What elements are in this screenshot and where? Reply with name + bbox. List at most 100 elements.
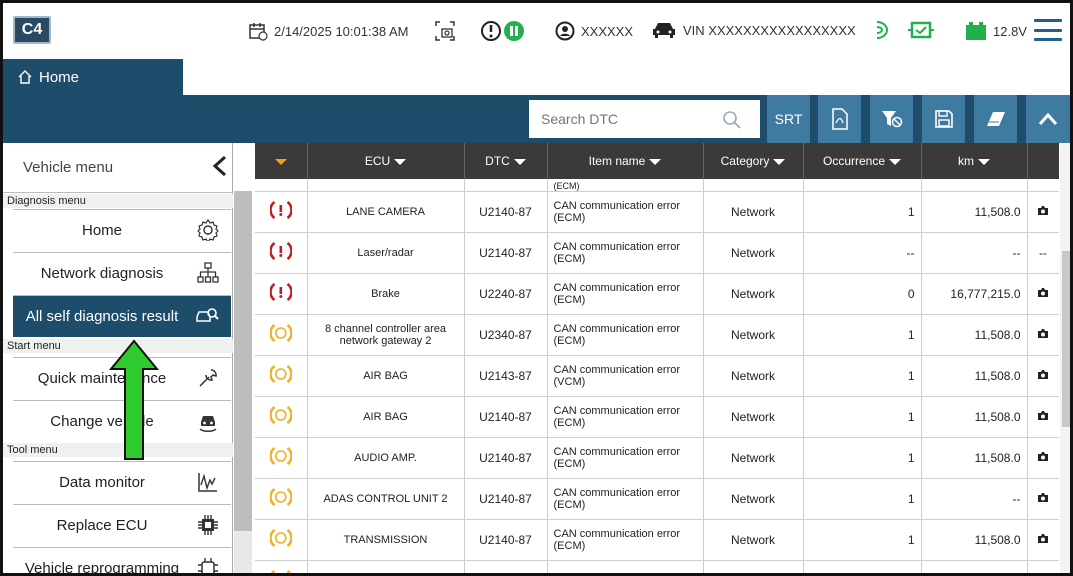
camera-icon[interactable] bbox=[1037, 328, 1049, 339]
wrench-icon bbox=[197, 367, 219, 389]
item-name-cell: CAN communication error (ECM) bbox=[547, 191, 704, 233]
sidebar-item-home[interactable]: Home bbox=[13, 209, 231, 251]
table-row[interactable]: Brake U2240-87 CAN communication error (EC… bbox=[255, 273, 1059, 315]
item-name-column-header[interactable]: Item name bbox=[547, 143, 704, 179]
severity-cell bbox=[255, 232, 308, 274]
tab-home[interactable]: Home bbox=[3, 59, 183, 95]
snapshot-cell[interactable] bbox=[1027, 519, 1059, 561]
ecu-cell: AIR BAG bbox=[307, 355, 465, 397]
item-name-cell: CAN communication error (ECM) bbox=[547, 314, 704, 356]
table-row[interactable]: AUDIO AMP. U2140-87 CAN communication erro… bbox=[255, 437, 1059, 479]
camera-icon[interactable] bbox=[1037, 410, 1049, 421]
dtc-cell: U2140-87 bbox=[464, 191, 548, 233]
search-icon[interactable] bbox=[722, 110, 742, 130]
sidebar-scrollbar-thumb[interactable] bbox=[234, 191, 252, 531]
camera-icon[interactable] bbox=[1037, 205, 1049, 216]
critical-alert-icon bbox=[269, 200, 292, 220]
km-cell: 16,777,215.0 bbox=[921, 273, 1028, 315]
sidebar-item-label: All self diagnosis result bbox=[25, 308, 179, 325]
snapshot-cell[interactable] bbox=[1027, 314, 1059, 356]
dtc-cell: U2140-87 bbox=[464, 396, 548, 438]
collapse-button[interactable] bbox=[1025, 95, 1070, 143]
severity-sort-header[interactable] bbox=[255, 143, 308, 179]
filter-icon bbox=[881, 109, 903, 129]
critical-alert-icon bbox=[269, 282, 292, 302]
car-search-icon bbox=[195, 305, 219, 325]
alert-icon[interactable] bbox=[480, 20, 502, 42]
camera-icon[interactable] bbox=[1037, 451, 1049, 462]
km-cell: 11,508.0 bbox=[921, 437, 1028, 479]
snapshot-cell[interactable] bbox=[1027, 437, 1059, 479]
sidebar-item-label: Home bbox=[81, 222, 122, 239]
table-row[interactable]: 8 channel controller area network gatewa… bbox=[255, 314, 1059, 356]
snapshot-cell[interactable] bbox=[1027, 396, 1059, 438]
filter-button[interactable] bbox=[869, 95, 913, 143]
vin-item: VIN XXXXXXXXXXXXXXXXX bbox=[651, 21, 856, 39]
status-bar: C4 2/14/2025 10:01:38 AM XXXXXX VIN XXXX… bbox=[3, 3, 1070, 59]
save-button[interactable] bbox=[921, 95, 965, 143]
table-row[interactable]: AIR BAG U2140-87 CAN communication error (… bbox=[255, 396, 1059, 438]
severity-cell bbox=[255, 478, 308, 520]
km-column-header[interactable]: km bbox=[921, 143, 1028, 179]
ecu-cell: LANE CAMERA bbox=[307, 191, 465, 233]
chip-outline-icon bbox=[197, 557, 219, 573]
snapshot-cell[interactable] bbox=[1027, 355, 1059, 397]
snapshot-cell: -- bbox=[1027, 232, 1059, 274]
sidebar-item-data-monitor[interactable]: Data monitor bbox=[13, 461, 231, 503]
dtc-table-container: ECU DTC Item name Category Occurrence km… bbox=[255, 143, 1059, 573]
srt-button[interactable]: SRT bbox=[766, 95, 810, 143]
vin-text: VIN XXXXXXXXXXXXXXXXX bbox=[683, 22, 856, 38]
vehicle-menu-header: Vehicle menu bbox=[3, 143, 233, 193]
item-name-cell: CAN communication error (ECM) bbox=[547, 273, 704, 315]
table-row[interactable]: LANE CAMERA U2140-87 CAN communication err… bbox=[255, 191, 1059, 233]
table-row[interactable]: AIR BAG U2143-87 CAN communication error (… bbox=[255, 355, 1059, 397]
table-row[interactable]: Laser/radar U2140-87 CAN communication err… bbox=[255, 232, 1059, 274]
dtc-cell: U2140-87 bbox=[464, 437, 548, 479]
car-icon bbox=[651, 21, 677, 39]
ecu-cell: TRANSMISSION bbox=[307, 519, 465, 561]
table-row[interactable]: ADAS CONTROL UNIT 2 U2140-87 CAN communica… bbox=[255, 478, 1059, 520]
severity-cell bbox=[255, 437, 308, 479]
occurrence-cell: 1 bbox=[803, 355, 922, 397]
snapshot-cell[interactable] bbox=[1027, 478, 1059, 520]
table-row[interactable]: CAN communication error bbox=[255, 560, 1059, 573]
item-name-cell: CAN communication error (ECM) bbox=[547, 437, 704, 479]
camera-icon[interactable] bbox=[1037, 533, 1049, 544]
battery-icon bbox=[965, 21, 987, 41]
sort-caret-icon bbox=[889, 158, 902, 165]
erase-button[interactable] bbox=[973, 95, 1017, 143]
hamburger-menu-icon[interactable] bbox=[1034, 19, 1062, 41]
datetime-item: 2/14/2025 10:01:38 AM bbox=[248, 21, 408, 41]
camera-icon[interactable] bbox=[1037, 492, 1049, 503]
table-scrollbar-thumb[interactable] bbox=[1062, 251, 1070, 427]
sidebar-item-all-self-diagnosis[interactable]: All self diagnosis result bbox=[13, 295, 231, 337]
sidebar-item-network-diagnosis[interactable]: Network diagnosis bbox=[13, 252, 231, 294]
camera-icon[interactable] bbox=[1037, 369, 1049, 380]
camera-icon[interactable] bbox=[1037, 287, 1049, 298]
warning-clock-icon bbox=[269, 364, 292, 384]
sidebar-item-vehicle-reprogramming[interactable]: Vehicle reprogramming bbox=[13, 547, 231, 573]
pause-status-icon[interactable] bbox=[503, 20, 525, 42]
snapshot-cell[interactable] bbox=[1027, 273, 1059, 315]
ecu-cell: 8 channel controller area network gatewa… bbox=[307, 314, 465, 356]
table-row[interactable]: TRANSMISSION U2140-87 CAN communication er… bbox=[255, 519, 1059, 561]
dtc-column-header[interactable]: DTC bbox=[464, 143, 548, 179]
km-cell: 11,508.0 bbox=[921, 314, 1028, 356]
search-box bbox=[528, 99, 761, 139]
tab-row: Home bbox=[3, 59, 1070, 95]
category-column-header[interactable]: Category bbox=[703, 143, 804, 179]
ecu-cell: ADAS CONTROL UNIT 2 bbox=[307, 478, 465, 520]
table-row-partial[interactable]: (ECM) bbox=[255, 179, 1059, 192]
item-name-cell: (ECM) bbox=[547, 179, 704, 192]
collapse-sidebar-icon[interactable] bbox=[211, 155, 229, 184]
ecu-column-header[interactable]: ECU bbox=[307, 143, 465, 179]
km-cell: 11,508.0 bbox=[921, 519, 1028, 561]
snapshot-cell[interactable] bbox=[1027, 191, 1059, 233]
occurrence-column-header[interactable]: Occurrence bbox=[803, 143, 922, 179]
voltage-text: 12.8V bbox=[993, 23, 1027, 39]
critical-alert-icon bbox=[269, 241, 292, 261]
sidebar-item-replace-ecu[interactable]: Replace ECU bbox=[13, 504, 231, 546]
screenshot-icon[interactable] bbox=[434, 20, 456, 42]
document-icon bbox=[831, 108, 849, 130]
export-pdf-button[interactable] bbox=[817, 95, 861, 143]
